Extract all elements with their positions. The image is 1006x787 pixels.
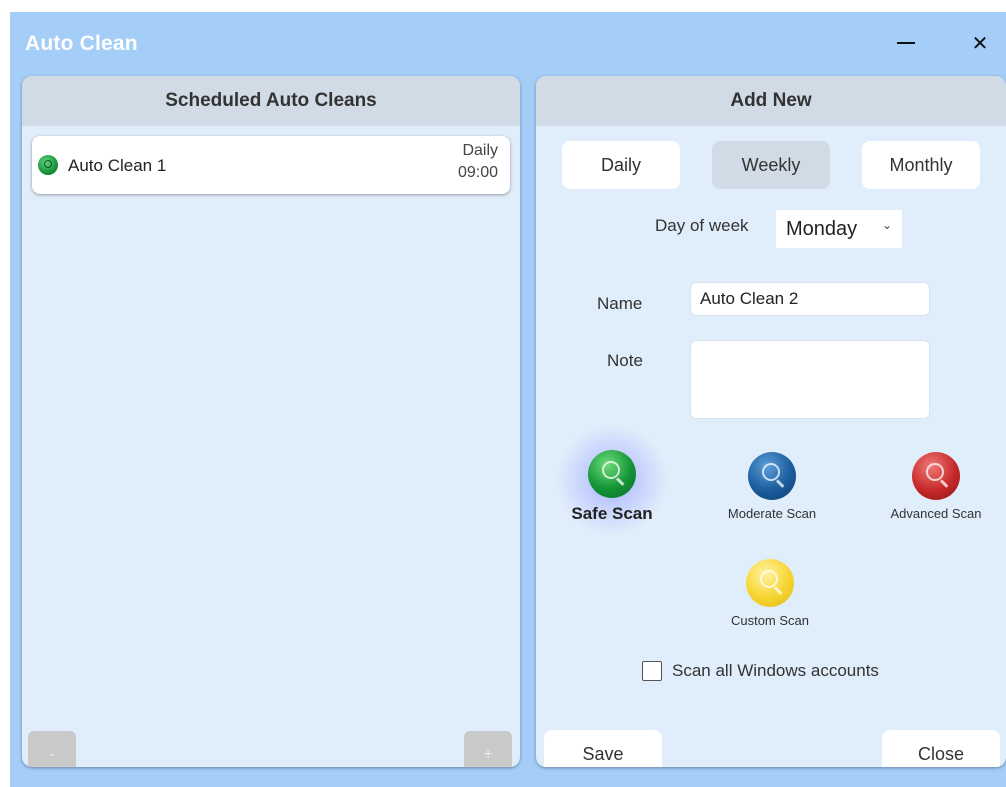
frequency-daily-button[interactable]: Daily	[562, 141, 680, 189]
scan-all-accounts-checkbox[interactable]	[642, 661, 662, 681]
name-label: Name	[597, 294, 643, 313]
save-button[interactable]: Save	[544, 730, 662, 767]
minimize-icon	[897, 42, 915, 44]
advanced-scan-label: Advanced Scan	[890, 506, 982, 521]
moderate-scan-option[interactable]: Moderate Scan	[716, 452, 828, 521]
schedule-item-name: Auto Clean 1	[68, 156, 167, 175]
minimize-button[interactable]	[886, 26, 926, 60]
schedule-item-time: 09:00	[457, 164, 498, 181]
remove-schedule-button[interactable]: -	[28, 731, 76, 767]
scan-all-accounts-row[interactable]: Scan all Windows accounts	[642, 661, 879, 681]
scheduled-panel-title: Scheduled Auto Cleans	[22, 76, 520, 126]
advanced-scan-icon	[912, 452, 960, 500]
moderate-scan-icon	[748, 452, 796, 500]
custom-scan-icon	[746, 559, 794, 607]
chevron-down-icon: ⌄	[881, 218, 892, 232]
auto-clean-window: Auto Clean ✕ Scheduled Auto Cleans Auto …	[10, 12, 1006, 787]
add-new-panel-title: Add New	[536, 76, 1006, 126]
add-new-panel: Add New Daily Weekly Monthly Day of week…	[536, 76, 1006, 767]
window-title: Auto Clean	[25, 32, 138, 55]
close-icon: ✕	[971, 32, 989, 55]
day-of-week-label: Day of week	[655, 216, 749, 235]
note-label: Note	[607, 351, 643, 370]
note-input[interactable]	[690, 340, 930, 419]
add-schedule-button[interactable]: +	[464, 731, 512, 767]
frequency-monthly-button[interactable]: Monthly	[862, 141, 980, 189]
advanced-scan-option[interactable]: Advanced Scan	[876, 452, 996, 521]
safe-scan-label: Safe Scan	[571, 504, 653, 523]
custom-scan-label: Custom Scan	[730, 613, 810, 628]
schedule-item-frequency: Daily	[462, 142, 498, 159]
custom-scan-option[interactable]: Custom Scan	[718, 559, 822, 628]
scan-all-accounts-label: Scan all Windows accounts	[672, 661, 879, 680]
moderate-scan-label: Moderate Scan	[727, 506, 817, 521]
schedule-list-item[interactable]: Auto Clean 1 Daily 09:00	[32, 136, 510, 194]
close-window-button[interactable]: ✕	[960, 26, 1000, 60]
day-of-week-value: Monday	[786, 217, 858, 240]
close-button[interactable]: Close	[882, 730, 1000, 767]
name-input[interactable]: Auto Clean 2	[690, 282, 930, 316]
safe-scan-option[interactable]: Safe Scan	[552, 420, 672, 540]
frequency-weekly-button[interactable]: Weekly	[712, 141, 830, 189]
title-bar: Auto Clean ✕	[10, 12, 1006, 74]
day-of-week-select[interactable]: Monday ⌄	[776, 210, 902, 248]
scheduled-panel: Scheduled Auto Cleans Auto Clean 1 Daily…	[22, 76, 520, 767]
safe-scan-icon	[588, 450, 636, 498]
safe-scan-icon	[38, 155, 58, 175]
